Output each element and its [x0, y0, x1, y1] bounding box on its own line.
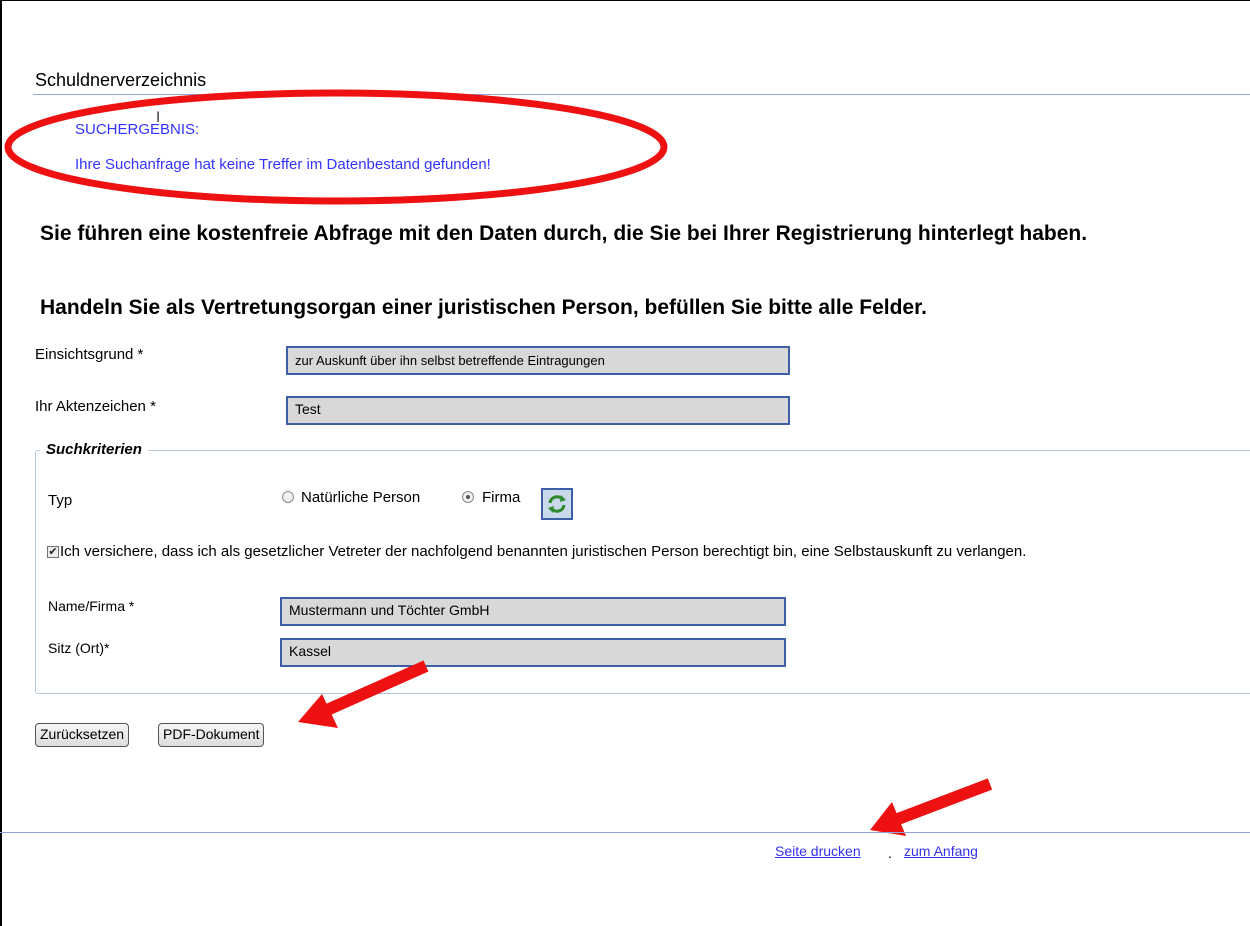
arrow-to-print-link — [870, 778, 993, 836]
radio-natuerliche-person[interactable] — [282, 491, 294, 503]
sitz-input[interactable]: Kassel — [280, 638, 786, 667]
name-firma-label: Name/Firma * — [48, 598, 135, 614]
consent-label: Ich versichere, dass ich als gesetzliche… — [60, 543, 1027, 560]
info-legal-person: Handeln Sie als Vertretungsorgan einer j… — [40, 296, 927, 319]
reset-button[interactable]: Zurücksetzen — [35, 723, 130, 747]
sitz-label: Sitz (Ort)* — [48, 640, 110, 656]
refresh-button[interactable] — [541, 488, 573, 520]
annotation-ellipse — [4, 89, 668, 205]
pdf-document-button[interactable]: PDF-Dokument — [158, 723, 265, 747]
back-to-top-link[interactable]: zum Anfang — [904, 843, 978, 859]
aktenzeichen-input[interactable]: Test — [286, 396, 790, 425]
footer-divider — [0, 832, 1250, 833]
typ-label: Typ — [48, 492, 73, 509]
info-free-query: Sie führen eine kostenfreie Abfrage mit … — [40, 222, 1088, 245]
radio-firma[interactable] — [462, 491, 474, 503]
refresh-icon — [548, 495, 566, 513]
text-cursor-icon: I — [156, 110, 161, 126]
footer-separator: . — [888, 845, 892, 861]
consent-checkbox[interactable]: ✔ — [47, 546, 59, 558]
print-page-link[interactable]: Seite drucken — [775, 843, 861, 859]
natuerliche-person-label[interactable]: Natürliche Person — [301, 489, 420, 506]
einsichtsgrund-label: Einsichtsgrund * — [35, 346, 144, 363]
einsichtsgrund-select[interactable]: zur Auskunft über ihn selbst betreffende… — [286, 346, 790, 375]
aktenzeichen-label: Ihr Aktenzeichen * — [35, 398, 156, 415]
firma-label[interactable]: Firma — [482, 489, 520, 506]
suchkriterien-legend: Suchkriterien — [40, 441, 148, 458]
name-firma-input[interactable]: Mustermann und Töchter GmbH — [280, 597, 786, 626]
window-border-top — [0, 0, 1250, 1]
